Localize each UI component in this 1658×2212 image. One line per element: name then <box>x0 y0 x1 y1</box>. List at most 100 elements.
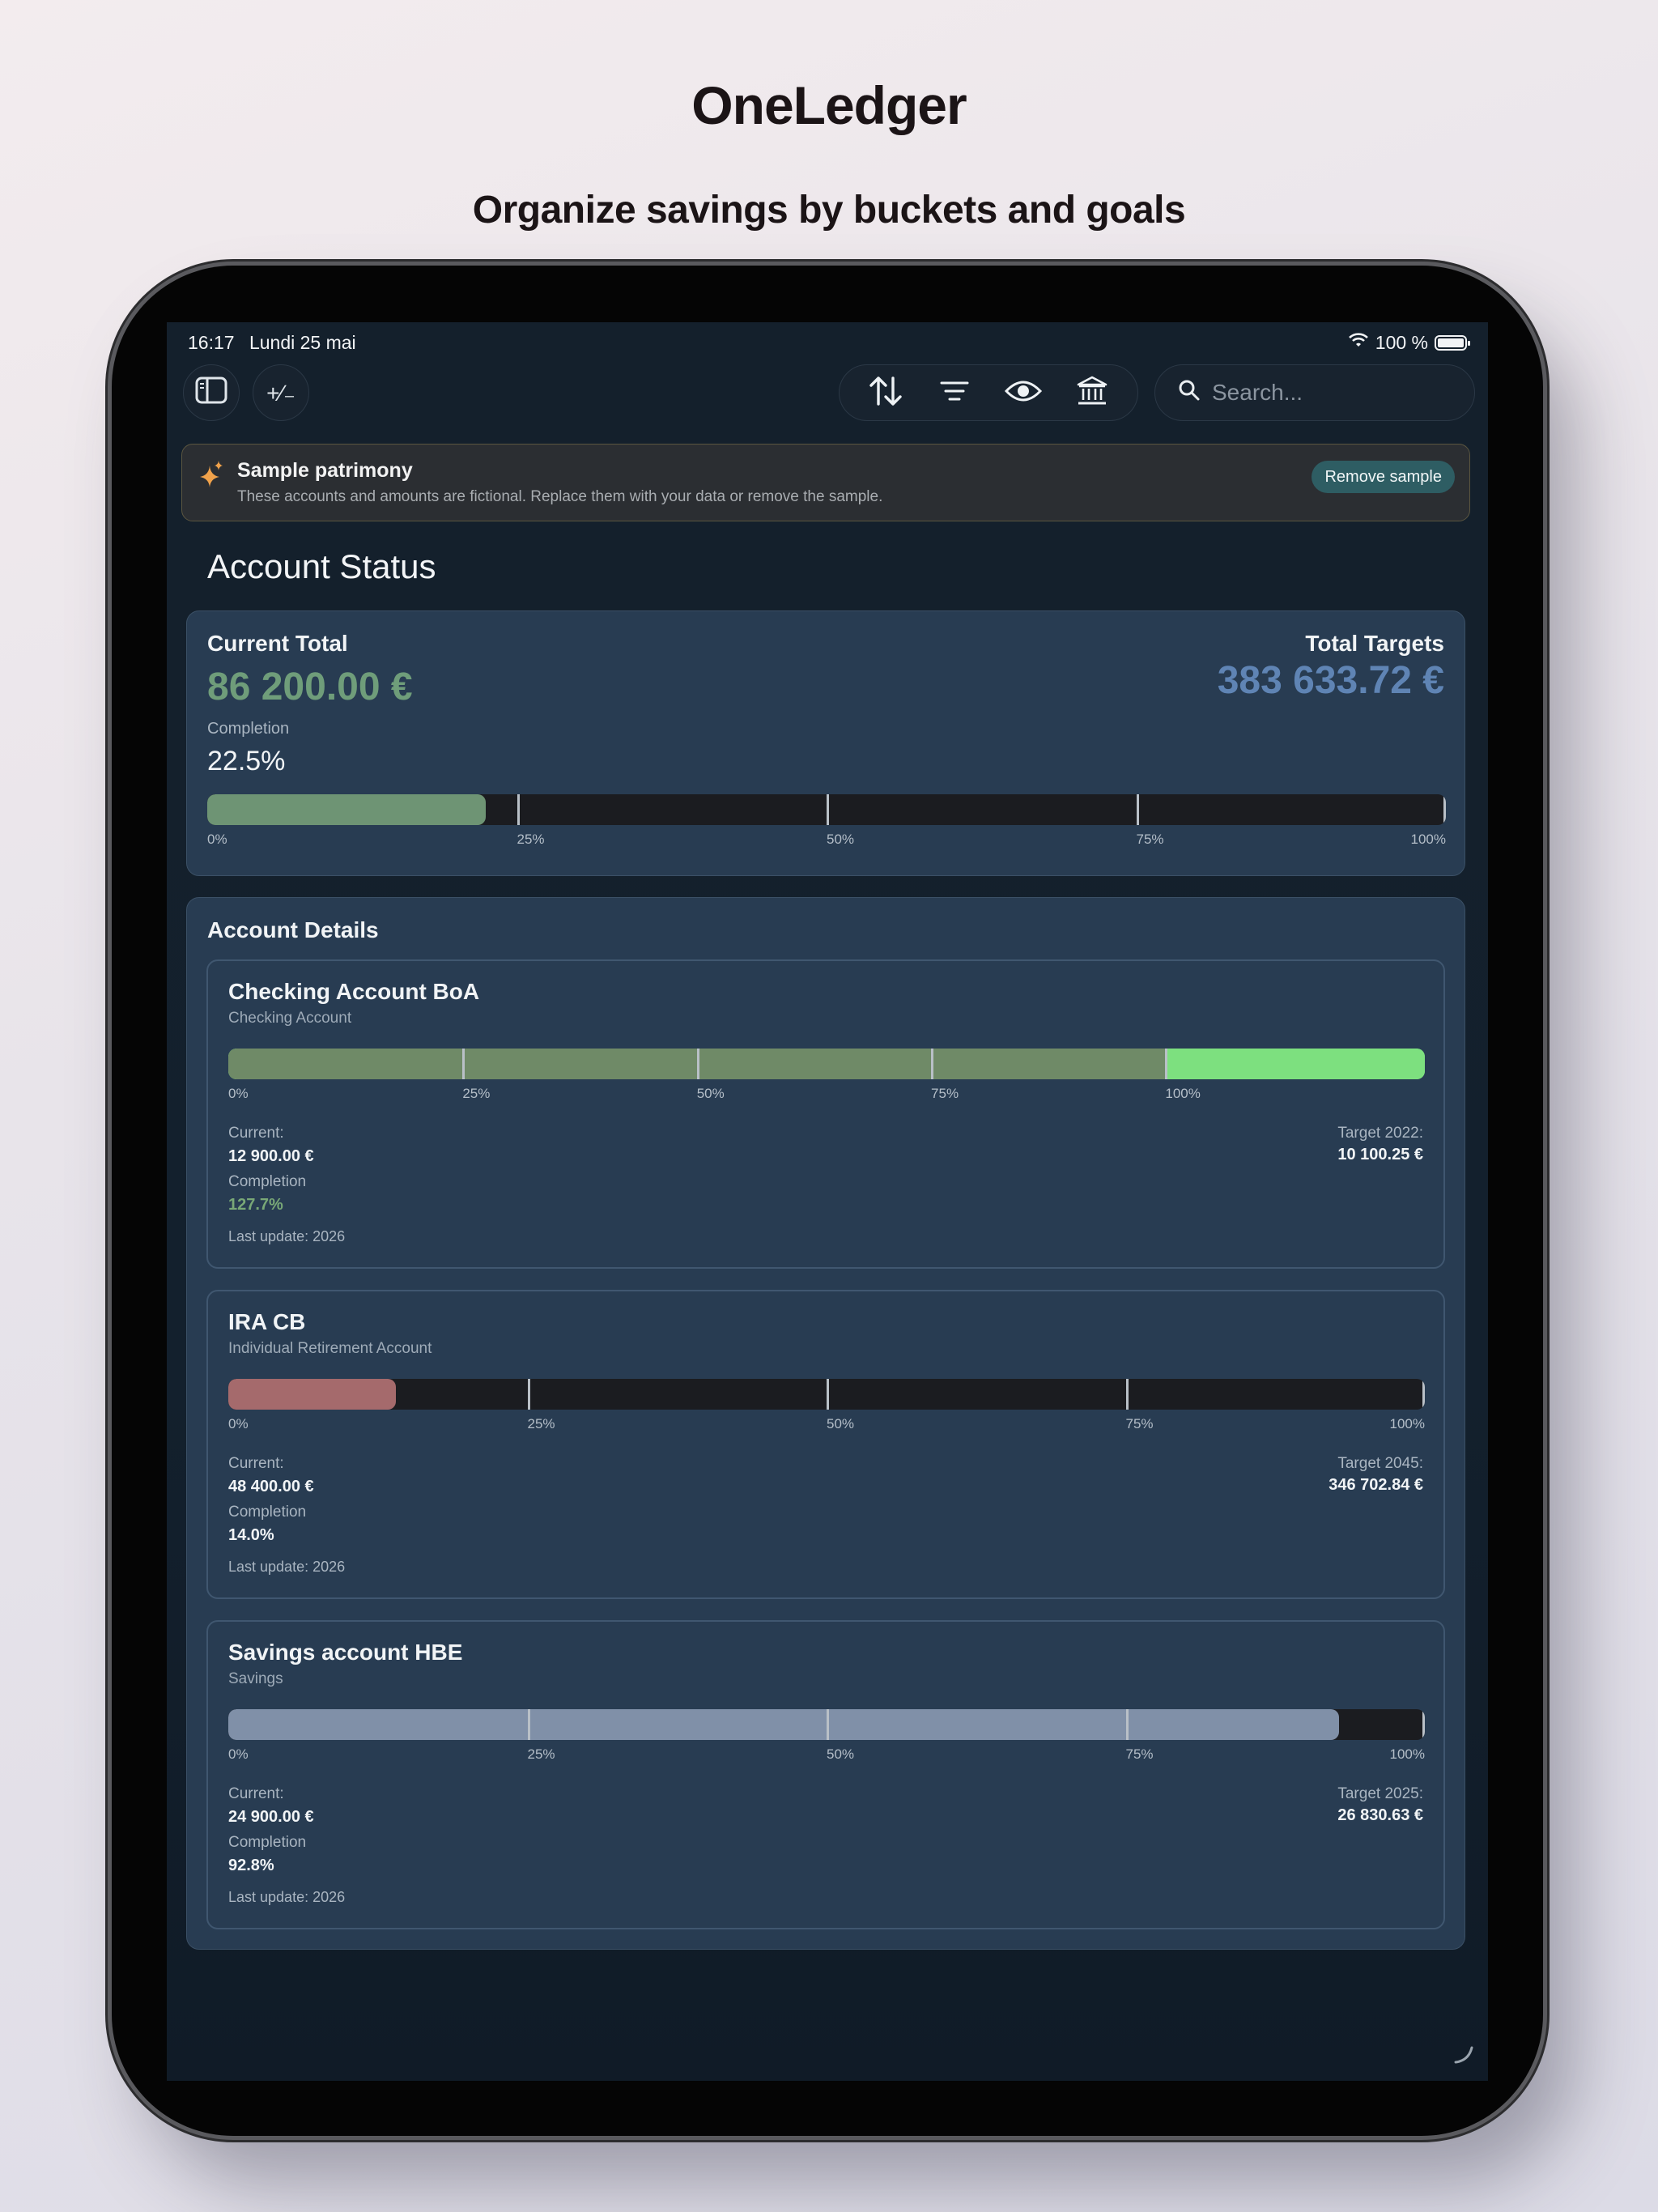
marketing-subtitle: Organize savings by buckets and goals <box>472 189 1186 232</box>
axis-tick-label: 0% <box>228 1086 249 1101</box>
progress-tick <box>827 1709 829 1740</box>
progress-tick <box>527 1379 530 1410</box>
sample-banner: Sample patrimony These accounts and amou… <box>181 444 1470 521</box>
sidebar-toggle-button[interactable] <box>183 364 240 421</box>
account-progress-axis: 0% 25% 50% 75% 100% <box>228 1416 1425 1436</box>
progress-tick <box>517 794 520 825</box>
last-update: Last update: 2026 <box>228 1559 346 1575</box>
account-status-heading: Account Status <box>207 547 436 585</box>
account-status-card: Current Total 86 200.00 € Completion 22.… <box>186 610 1465 876</box>
target-value: 26 830.63 € <box>1337 1806 1423 1824</box>
visibility-button[interactable] <box>1003 372 1044 413</box>
target-value: 346 702.84 € <box>1329 1476 1423 1494</box>
progress-tick <box>827 794 829 825</box>
progress-tick <box>527 1709 530 1740</box>
target-label: Target 2045: <box>1337 1455 1423 1472</box>
current-total-value: 86 200.00 € <box>207 666 413 708</box>
remove-sample-button[interactable]: Remove sample <box>1312 461 1455 493</box>
account-card-checking[interactable]: Checking Account BoA Checking Account 0%… <box>206 959 1445 1269</box>
sparkle-icon <box>198 459 224 492</box>
account-progress-bar <box>228 1049 1425 1079</box>
account-progress-bar <box>228 1379 1425 1410</box>
axis-tick-label: 100% <box>1389 1416 1425 1431</box>
axis-tick-label: 0% <box>228 1416 249 1431</box>
search-placeholder: Search... <box>1212 380 1303 405</box>
completion-value: 14.0% <box>228 1526 274 1544</box>
current-label: Current: <box>228 1785 284 1802</box>
sort-arrows-icon <box>868 375 903 411</box>
progress-tick <box>1125 1379 1129 1410</box>
progress-tick <box>1125 1709 1129 1740</box>
account-progress-axis: 0% 25% 50% 75% 100% <box>228 1086 1425 1105</box>
banner-description: These accounts and amounts are fictional… <box>237 488 883 505</box>
completion-label: Completion <box>228 1834 307 1851</box>
completion-value: 127.7% <box>228 1196 283 1214</box>
marketing-title: OneLedger <box>691 75 967 135</box>
completion-value: 92.8% <box>228 1857 274 1874</box>
account-card-ira[interactable]: IRA CB Individual Retirement Account 0% 2… <box>206 1290 1445 1599</box>
last-update: Last update: 2026 <box>228 1228 346 1244</box>
eye-icon <box>1004 378 1043 408</box>
current-value: 12 900.00 € <box>228 1147 314 1165</box>
account-type: Individual Retirement Account <box>228 1340 432 1357</box>
completion-label: Completion <box>207 720 290 738</box>
bank-icon <box>1076 375 1108 411</box>
battery-icon <box>1435 335 1470 351</box>
axis-tick-label: 50% <box>827 1416 855 1431</box>
resize-handle-icon[interactable] <box>1452 2043 1475 2069</box>
current-label: Current: <box>228 1125 284 1142</box>
account-name: Savings account HBE <box>228 1640 463 1665</box>
axis-tick-label: 50% <box>827 1746 855 1762</box>
current-label: Current: <box>228 1455 284 1472</box>
total-targets-value: 383 633.72 € <box>1217 659 1444 702</box>
axis-tick-label: 75% <box>1125 1746 1154 1762</box>
progress-tick <box>1136 794 1139 825</box>
search-field[interactable]: Search... <box>1154 364 1475 421</box>
wifi-icon <box>1348 332 1369 354</box>
last-update: Last update: 2026 <box>228 1889 346 1905</box>
banner-title: Sample patrimony <box>237 459 413 482</box>
account-progress-fill <box>228 1379 396 1410</box>
status-time: 16:17 <box>188 332 235 353</box>
toolbar-actions-group <box>839 364 1138 421</box>
institutions-button[interactable] <box>1072 372 1112 413</box>
progress-tick <box>1443 794 1446 825</box>
account-progress-axis: 0% 25% 50% 75% 100% <box>228 1746 1425 1766</box>
completion-label: Completion <box>228 1504 307 1521</box>
target-label: Target 2022: <box>1337 1125 1423 1142</box>
sidebar-icon <box>195 376 227 410</box>
target-value: 10 100.25 € <box>1337 1146 1423 1163</box>
progress-tick <box>1422 1709 1425 1740</box>
plus-minus-button[interactable]: +∕₋ <box>253 364 309 421</box>
progress-tick <box>827 1379 829 1410</box>
status-date: Lundi 25 mai <box>249 332 356 353</box>
completion-value: 22.5% <box>207 746 286 776</box>
current-total-label: Current Total <box>207 631 348 656</box>
account-card-savings[interactable]: Savings account HBE Savings 0% 25% 50% 75% 1… <box>206 1620 1445 1929</box>
account-details-card: Account Details Checking Account BoA Che… <box>186 897 1465 1950</box>
axis-tick-label: 25% <box>527 1416 555 1431</box>
overall-progress-fill <box>207 794 487 825</box>
status-bar: 16:17 Lundi 25 mai 100 % <box>188 332 1470 364</box>
account-progress-bar <box>228 1709 1425 1740</box>
progress-tick <box>931 1049 934 1079</box>
overall-progress-bar <box>207 794 1446 825</box>
account-progress-fill <box>228 1709 1339 1740</box>
current-value: 24 900.00 € <box>228 1808 314 1826</box>
filter-button[interactable] <box>934 372 975 413</box>
progress-tick <box>462 1049 466 1079</box>
search-icon <box>1178 379 1201 407</box>
sort-button[interactable] <box>865 372 906 413</box>
axis-tick-label: 25% <box>462 1086 491 1101</box>
axis-tick-label: 100% <box>1389 1746 1425 1762</box>
overall-progress-axis: 0% 25% 50% 75% 100% <box>207 832 1446 851</box>
axis-tick-label: 75% <box>931 1086 959 1101</box>
account-type: Savings <box>228 1670 283 1687</box>
axis-tick-label: 50% <box>696 1086 725 1101</box>
account-name: IRA CB <box>228 1309 306 1334</box>
axis-tick-label: 100% <box>1165 1086 1201 1101</box>
plus-minus-icon: +∕₋ <box>266 380 295 406</box>
axis-tick-label: 25% <box>517 832 545 847</box>
axis-tick-label: 25% <box>527 1746 555 1762</box>
axis-tick-label: 75% <box>1125 1416 1154 1431</box>
